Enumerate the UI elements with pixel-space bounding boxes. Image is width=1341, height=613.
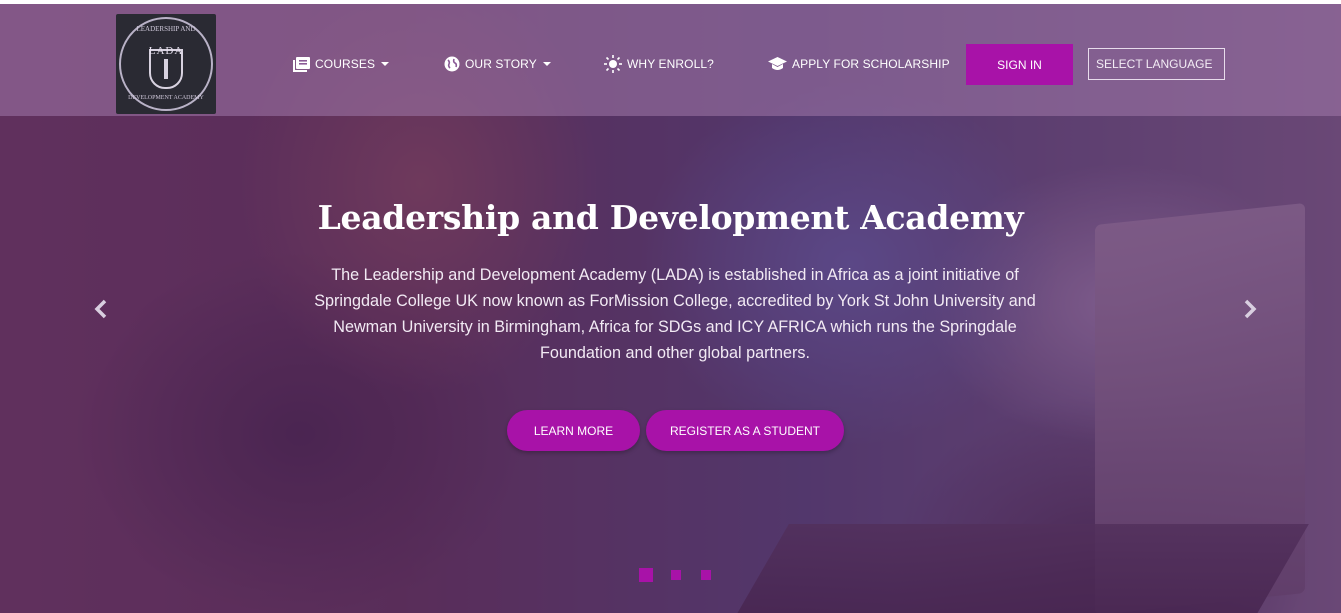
nav-apply-scholarship-label: APPLY FOR SCHOLARSHIP [792,57,950,71]
nav-why-enroll-label: WHY ENROLL? [627,57,714,71]
logo-seal: LEADERSHIP AND LADA DEVELOPMENT ACADEMY [119,17,213,111]
nav-apply-scholarship[interactable]: APPLY FOR SCHOLARSHIP [768,54,950,74]
carousel-prev-button[interactable] [91,296,111,322]
register-student-button[interactable]: REGISTER AS A STUDENT [646,410,844,451]
nav-our-story-label: OUR STORY [465,57,537,71]
carousel-indicator-1[interactable] [639,568,653,582]
learn-more-button[interactable]: LEARN MORE [507,410,640,451]
nav-why-enroll[interactable]: WHY ENROLL? [604,54,714,74]
book-icon [293,56,310,72]
graduation-cap-icon [768,56,787,70]
globe-icon [444,56,460,72]
language-select[interactable]: SELECT LANGUAGE [1088,48,1225,80]
carousel-indicator-3[interactable] [701,570,711,580]
logo-center-text: LADA [148,45,184,57]
hero-title: Leadership and Development Academy [317,198,1024,237]
chevron-down-icon [542,62,551,66]
nav-courses-label: COURSES [315,57,376,71]
chevron-right-icon [1244,299,1257,319]
site-logo[interactable]: LEADERSHIP AND LADA DEVELOPMENT ACADEMY [116,14,216,114]
hero-description: The Leadership and Development Academy (… [314,266,1036,362]
nav-our-story[interactable]: OUR STORY [444,54,551,74]
sign-in-button[interactable]: SIGN IN [966,44,1073,85]
logo-arc-bottom-text: DEVELOPMENT ACADEMY [128,95,204,101]
carousel-next-button[interactable] [1240,296,1260,322]
top-navbar: LEADERSHIP AND LADA DEVELOPMENT ACADEMY … [0,4,1341,116]
sun-icon [604,55,622,73]
logo-torch-icon [164,59,168,79]
nav-courses[interactable]: COURSES [293,54,390,74]
chevron-left-icon [94,299,107,319]
logo-arc-top-text: LEADERSHIP AND [136,25,196,33]
chevron-down-icon [381,62,390,66]
carousel-indicator-2[interactable] [671,570,681,580]
